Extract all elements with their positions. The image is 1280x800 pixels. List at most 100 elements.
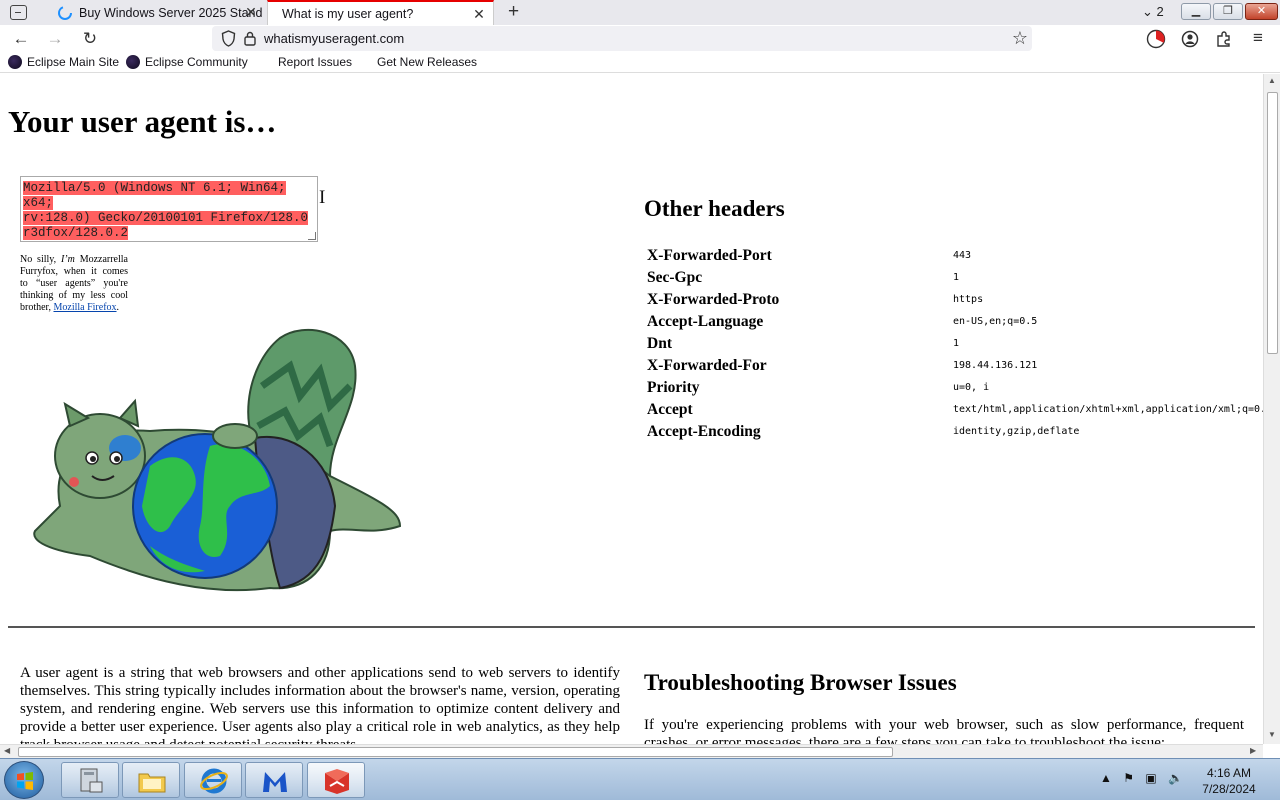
table-row: Dnt 1 [645,333,1263,355]
horizontal-scrollbar[interactable]: ◀ ▶ [0,744,1263,758]
loading-spinner-icon [58,5,72,20]
tab-buy-windows-server[interactable]: Buy Windows Server 2025 Stand ✕ [50,0,265,25]
scroll-right-arrow-icon[interactable]: ▶ [1250,746,1256,755]
back-arrow-icon[interactable]: ← [10,28,32,50]
vertical-scrollbar[interactable]: ▲ ▼ [1263,74,1280,744]
header-value: identity,gzip,deflate [953,426,1080,437]
clock-date: 7/28/2024 [1202,782,1256,796]
bookmark-label: Get New Releases [377,55,478,69]
bookmarks-toolbar: Eclipse Main Site Eclipse Community Repo… [0,52,1280,73]
bookmark-eclipse-main-site[interactable]: Eclipse Main Site [8,55,119,69]
lock-icon[interactable] [243,30,257,47]
header-name: X-Forwarded-Port [647,247,772,264]
action-center-flag-icon[interactable]: ⚑ [1123,771,1134,785]
header-value: https [953,294,984,305]
maximize-button[interactable]: ❐ [1213,3,1243,20]
eclipse-icon [8,55,22,69]
network-icon[interactable]: ▣ [1145,771,1156,785]
close-tab-icon[interactable]: ✕ [471,6,487,22]
hamburger-menu-icon[interactable]: ≡ [1247,27,1269,49]
taskbar-internet-explorer[interactable] [184,762,242,798]
table-row: Accept text/html,application/xhtml+xml,a… [645,399,1263,421]
troubleshooting-text: If you're experiencing problems with you… [644,717,1244,744]
tab-what-is-my-user-agent[interactable]: What is my user agent? ✕ [267,0,494,25]
vertical-scroll-thumb[interactable] [1267,92,1278,354]
bookmark-eclipse-community[interactable]: Eclipse Community [126,55,248,69]
bookmark-get-new-releases[interactable]: Get New Releases [377,55,477,69]
other-headers-heading: Other headers [644,196,785,221]
taskbar-computer[interactable] [61,762,119,798]
taskbar-r3dfox-browser[interactable] [307,762,365,798]
system-clock[interactable]: 4:16 AM 7/28/2024 [1196,765,1262,797]
header-value: en-US,en;q=0.5 [953,316,1038,327]
computer-icon [80,768,103,793]
bookmark-label: Eclipse Community [145,55,248,69]
windows-logo-icon [17,772,33,790]
bookmark-report-issues[interactable]: Report Issues [278,55,352,69]
user-agent-line: Mozilla/5.0 (Windows NT 6.1; Win64; x64; [23,181,286,210]
tab-overflow-indicator[interactable]: ⌄ 2 [1142,4,1164,20]
scroll-left-arrow-icon[interactable]: ◀ [4,746,10,755]
furryfox-mascot-image [33,329,402,592]
user-agent-line: r3dfox/128.0.2 [23,226,129,240]
header-name: Sec-Gpc [647,269,703,286]
horizontal-rule [8,626,1255,628]
tab-title: What is my user agent? [282,6,414,21]
table-row: X-Forwarded-For 198.44.136.121 [645,355,1263,377]
resize-handle[interactable] [308,232,316,240]
horizontal-scroll-thumb[interactable] [18,747,893,757]
header-value: text/html,application/xhtml+xml,applicat… [953,404,1263,415]
header-name: Accept [647,401,693,418]
extensions-puzzle-icon[interactable] [1214,29,1234,49]
tracking-protection-shield-icon[interactable] [221,30,236,47]
url-text: whatismyuseragent.com [264,31,405,46]
account-avatar-icon[interactable] [1146,29,1166,49]
header-name: Priority [647,379,700,396]
headers-table: X-Forwarded-Port 443 Sec-Gpc 1 X-Forward… [645,245,1263,443]
tab-bar: Buy Windows Server 2025 Stand ✕ What is … [0,0,1280,25]
start-button[interactable] [4,761,44,799]
user-agent-textarea[interactable]: Mozilla/5.0 (Windows NT 6.1; Win64; x64;… [20,176,318,242]
scroll-down-arrow-icon[interactable]: ▼ [1268,730,1276,739]
navigation-toolbar: ← → ↻ whatismyuseragent.com ☆ ≡ [0,25,1280,52]
troubleshooting-heading: Troubleshooting Browser Issues [644,670,957,695]
close-window-button[interactable]: ✕ [1245,3,1278,20]
text-cursor-icon: I [319,187,326,208]
header-name: Accept-Language [647,313,764,330]
forward-arrow-icon[interactable]: → [44,28,66,50]
scroll-up-arrow-icon[interactable]: ▲ [1268,76,1276,85]
header-name: X-Forwarded-For [647,357,767,374]
taskbar-malwarebytes[interactable] [245,762,303,798]
bookmark-label: Eclipse Main Site [27,55,120,69]
table-row: X-Forwarded-Port 443 [645,245,1263,267]
note-text: . [116,302,120,313]
tab-count: 2 [1156,4,1164,19]
header-name: Accept-Encoding [647,423,761,440]
close-tab-icon[interactable]: ✕ [243,4,259,20]
table-row: X-Forwarded-Proto https [645,289,1263,311]
taskbar-file-explorer[interactable] [122,762,180,798]
header-value: 1 [953,338,960,349]
r3dfox-icon [325,769,349,794]
eclipse-icon [126,55,140,69]
address-bar[interactable]: whatismyuseragent.com ☆ [212,26,1032,51]
minimize-button[interactable]: ▁ [1181,3,1211,20]
windows-taskbar: ▲ ⚑ ▣ 🔈 4:16 AM 7/28/2024 [0,758,1280,800]
bookmark-star-icon[interactable]: ☆ [1012,28,1028,49]
show-hidden-icons-icon[interactable]: ▲ [1100,771,1112,785]
page-title: Your user agent is… [8,104,277,139]
mascot-note: No silly, I’m Mozzarrella Furryfox, when… [20,254,128,314]
note-emphasis: I’m [60,254,75,265]
volume-muted-icon[interactable]: 🔈 [1168,771,1183,785]
header-value: 198.44.136.121 [953,360,1038,371]
new-tab-icon[interactable]: + [508,2,519,21]
reload-icon[interactable]: ↻ [79,28,101,50]
mozilla-firefox-link[interactable]: Mozilla Firefox [53,302,116,313]
internet-explorer-icon [200,768,228,794]
folder-icon [138,773,166,793]
table-row: Accept-Language en-US,en;q=0.5 [645,311,1263,333]
tab-list-icon[interactable] [10,5,27,20]
web-page: Your user agent is… Mozilla/5.0 (Windows… [0,74,1263,744]
profile-icon[interactable] [1180,29,1200,49]
user-agent-line: rv:128.0) Gecko/20100101 Firefox/128.0 [23,211,309,225]
